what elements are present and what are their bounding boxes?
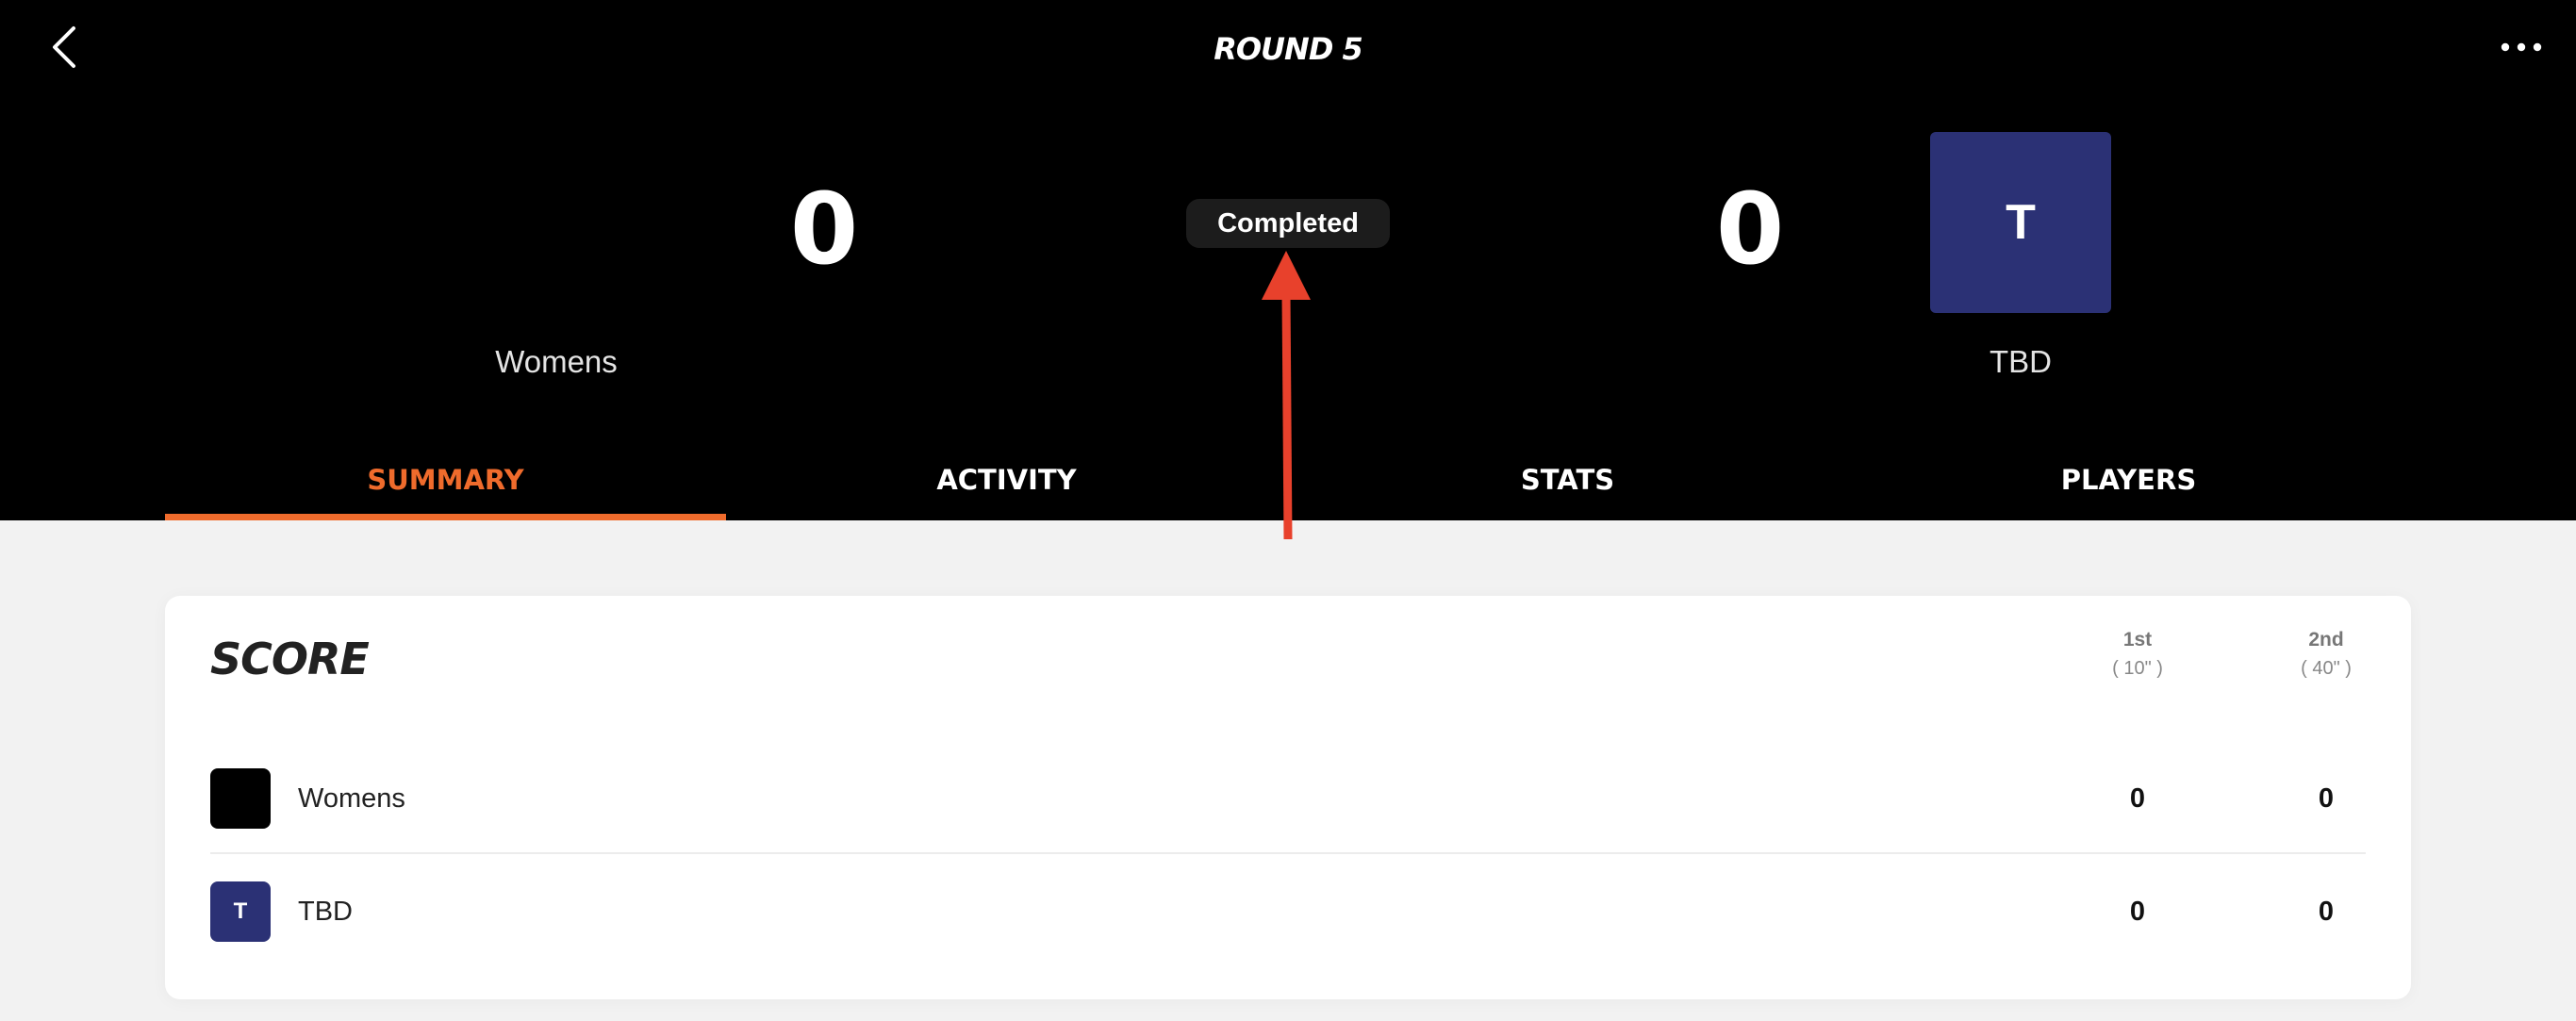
period-score: 0: [2129, 783, 2146, 814]
score-card: SCORE 1st ( 10" ) 2nd ( 40" ) Womens 0 0…: [165, 596, 2411, 999]
score-card-title: SCORE: [210, 634, 370, 684]
team-logo: [210, 768, 271, 829]
period-header-2: 2nd ( 40" ): [2270, 626, 2383, 683]
table-row[interactable]: T TBD 0 0: [210, 860, 2366, 963]
home-score: 0: [789, 172, 859, 287]
home-team-name[interactable]: Womens: [415, 339, 698, 385]
back-button[interactable]: [41, 21, 87, 74]
team-name: Womens: [298, 783, 405, 814]
team-logo: T: [210, 881, 271, 942]
annotation-arrow-icon: [1262, 251, 1311, 540]
tab-summary[interactable]: SUMMARY: [165, 439, 726, 520]
away-team-logo[interactable]: T: [1930, 132, 2111, 313]
period-duration: ( 10" ): [2112, 658, 2163, 679]
team-logo-letter: T: [233, 898, 248, 924]
tab-stats[interactable]: STATS: [1287, 439, 1848, 520]
tab-activity[interactable]: ACTIVITY: [726, 439, 1287, 520]
away-team-logo-letter: T: [2006, 195, 2036, 250]
away-score: 0: [1715, 172, 1785, 287]
period-header-1: 1st ( 10" ): [2081, 626, 2194, 683]
match-status-badge: Completed: [1186, 199, 1390, 248]
period-score: 0: [2318, 783, 2335, 814]
period-score: 0: [2318, 897, 2335, 927]
app-root: ROUND 5 0 Completed 0 T Womens TBD SUMMA…: [0, 0, 2576, 1021]
round-title: ROUND 5: [1214, 31, 1363, 67]
period-name: 2nd: [2308, 629, 2344, 650]
chevron-left-icon: [53, 26, 75, 68]
more-horizontal-icon: [2501, 42, 2542, 52]
period-name: 1st: [2122, 629, 2153, 650]
tab-players[interactable]: PLAYERS: [1848, 439, 2409, 520]
row-divider: [210, 852, 2366, 854]
away-team-name[interactable]: TBD: [1879, 339, 2162, 385]
table-row[interactable]: Womens 0 0: [210, 747, 2366, 850]
team-name: TBD: [298, 897, 353, 927]
period-duration: ( 40" ): [2301, 658, 2352, 679]
period-score: 0: [2129, 897, 2146, 927]
more-button[interactable]: [2491, 28, 2551, 66]
